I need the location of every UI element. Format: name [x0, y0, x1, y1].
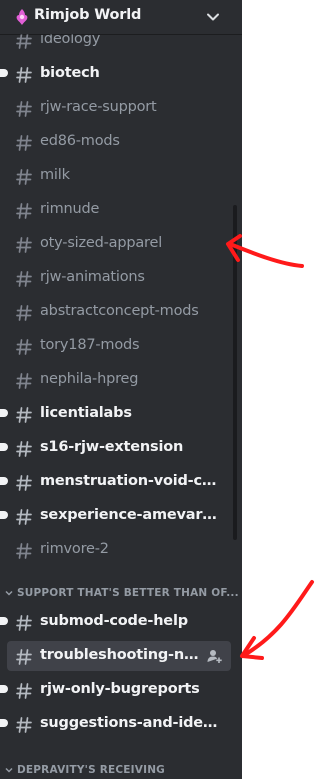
channel-label: rjw-only-bugreports	[40, 681, 200, 697]
channel-item[interactable]: oty-sized-apparel	[7, 229, 231, 259]
channel-item[interactable]: s16-rjw-extension	[0, 433, 231, 463]
hashtag-icon	[16, 509, 32, 525]
channel-item[interactable]: nephila-hpreg	[7, 365, 231, 395]
server-header[interactable]: Rimjob World	[0, 0, 242, 34]
hashtag-icon	[16, 101, 32, 117]
hashtag-icon	[16, 683, 32, 699]
chevron-down-icon	[5, 767, 13, 773]
channel-label: troubleshooting-n-help	[40, 647, 200, 663]
unread-indicator	[0, 719, 8, 727]
hashtag-icon	[16, 543, 32, 559]
hashtag-icon	[16, 203, 32, 219]
hashtag-icon	[16, 33, 32, 49]
channel-item[interactable]: licentialabs	[0, 399, 231, 429]
server-avatar-icon	[16, 9, 28, 25]
channel-label: rjw-race-support	[40, 99, 157, 115]
channel-item[interactable]: rimnude	[7, 195, 231, 225]
channel-item[interactable]: rjw-animations	[7, 263, 231, 293]
channel-label: suggestions-and-ideas	[40, 715, 220, 731]
channel-label: sexperience-amevarashi	[40, 507, 220, 523]
hashtag-icon	[16, 305, 32, 321]
hashtag-icon	[16, 373, 32, 389]
channel-label: rimnude	[40, 201, 100, 217]
server-name: Rimjob World	[34, 7, 142, 23]
channel-label: licentialabs	[40, 405, 132, 421]
unread-indicator	[0, 617, 8, 625]
channel-item[interactable]: abstractconcept-mods	[7, 297, 231, 327]
channel-label: s16-rjw-extension	[40, 439, 184, 455]
unread-indicator	[0, 685, 8, 693]
chevron-down-icon	[5, 590, 13, 596]
hashtag-icon	[16, 615, 32, 631]
annotation-arrow-1	[226, 234, 304, 268]
unread-indicator	[0, 477, 8, 485]
hashtag-icon	[16, 649, 32, 665]
channel-item[interactable]: biotech	[0, 59, 231, 89]
category-label: SUPPORT THAT'S BETTER THAN OF...	[17, 587, 239, 599]
category-label: DEPRAVITY'S RECEIVING	[17, 764, 165, 776]
channel-label: nephila-hpreg	[40, 371, 139, 387]
channel-item[interactable]: troubleshooting-n-help	[7, 641, 231, 671]
channel-label: abstractconcept-mods	[40, 303, 199, 319]
channel-item[interactable]: tory187-mods	[7, 331, 231, 361]
channel-label: rimvore-2	[40, 541, 109, 557]
channel-label: biotech	[40, 65, 100, 81]
channel-item[interactable]: sexperience-amevarashi	[0, 501, 231, 531]
hashtag-icon	[16, 475, 32, 491]
channel-label: ed86-mods	[40, 133, 120, 149]
add-member-icon[interactable]	[205, 647, 223, 665]
channel-label: menstruation-void-chic...	[40, 473, 220, 489]
unread-indicator	[0, 443, 8, 451]
hashtag-icon	[16, 169, 32, 185]
hashtag-icon	[16, 271, 32, 287]
channel-item[interactable]: rjw-only-bugreports	[0, 675, 231, 705]
hashtag-icon	[16, 67, 32, 83]
channel-item[interactable]: submod-code-help	[0, 607, 231, 637]
channel-label: rjw-animations	[40, 269, 145, 285]
category-depravity-header[interactable]: DEPRAVITY'S RECEIVING	[4, 764, 165, 776]
chevron-down-icon[interactable]	[205, 9, 221, 25]
unread-indicator	[0, 69, 8, 77]
hashtag-icon	[16, 717, 32, 733]
hashtag-icon	[16, 441, 32, 457]
channel-item[interactable]: suggestions-and-ideas	[0, 709, 231, 739]
hashtag-icon	[16, 407, 32, 423]
unread-indicator	[0, 511, 8, 519]
channel-label: milk	[40, 167, 70, 183]
channel-label: oty-sized-apparel	[40, 235, 163, 251]
hashtag-icon	[16, 135, 32, 151]
annotation-arrow-2	[240, 580, 314, 660]
channel-item[interactable]: rjw-race-support	[7, 93, 231, 123]
channel-label: tory187-mods	[40, 337, 140, 353]
hashtag-icon	[16, 339, 32, 355]
channel-item[interactable]: menstruation-void-chic...	[0, 467, 231, 497]
channel-item[interactable]: ed86-mods	[7, 127, 231, 157]
channel-sidebar: Rimjob World ideology biotech rjw-race-sup…	[0, 0, 242, 779]
hashtag-icon	[16, 237, 32, 253]
channel-item[interactable]: milk	[7, 161, 231, 191]
channel-item[interactable]: rimvore-2	[7, 535, 231, 565]
category-support-header[interactable]: SUPPORT THAT'S BETTER THAN OF...	[4, 587, 239, 599]
unread-indicator	[0, 409, 8, 417]
channel-label: submod-code-help	[40, 613, 188, 629]
